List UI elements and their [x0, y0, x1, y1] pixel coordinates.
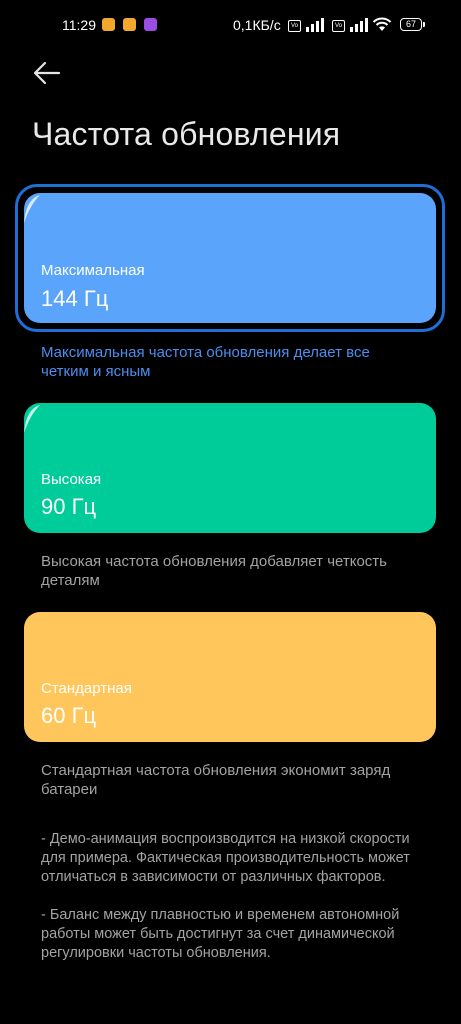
- signal-icon: [350, 18, 368, 32]
- option-label: Высокая: [41, 471, 102, 488]
- notification-icon: [123, 18, 136, 31]
- info-note: - Демо-анимация воспроизводится на низко…: [41, 831, 410, 885]
- info-note: - Баланс между плавностью и временем авт…: [41, 907, 400, 961]
- signal-icon: [306, 18, 324, 32]
- wifi-icon: [372, 17, 392, 31]
- option-description: Высокая частота обновления добавляет чет…: [41, 553, 387, 589]
- volte-icon: Vo: [332, 20, 345, 32]
- card-shine-icon: [24, 195, 40, 223]
- option-card-high[interactable]: Высокая 90 Гц: [24, 403, 436, 533]
- card-shine-icon: [24, 405, 40, 433]
- option-card-standard[interactable]: Стандартная 60 Гц: [24, 612, 436, 742]
- option-description: Максимальная частота обновления делает в…: [41, 344, 370, 380]
- status-time: 11:29: [62, 17, 96, 33]
- option-value: 144 Гц: [41, 286, 109, 311]
- notification-icon: [102, 18, 115, 31]
- option-value: 60 Гц: [41, 703, 97, 728]
- option-value: 90 Гц: [41, 494, 97, 519]
- page-title: Частота обновления: [32, 116, 341, 152]
- status-bar: 11:29 0,1КБ/с Vo Vo 67: [0, 0, 461, 52]
- option-label: Стандартная: [41, 680, 132, 697]
- network-speed: 0,1КБ/с: [233, 17, 281, 33]
- battery-icon: 67: [400, 18, 425, 31]
- back-arrow-icon[interactable]: [32, 60, 62, 86]
- option-label: Максимальная: [41, 262, 145, 279]
- volte-icon: Vo: [288, 20, 301, 32]
- notification-icon: [144, 18, 157, 31]
- option-description: Стандартная частота обновления экономит …: [41, 762, 391, 798]
- option-card-max[interactable]: Максимальная 144 Гц: [24, 193, 436, 323]
